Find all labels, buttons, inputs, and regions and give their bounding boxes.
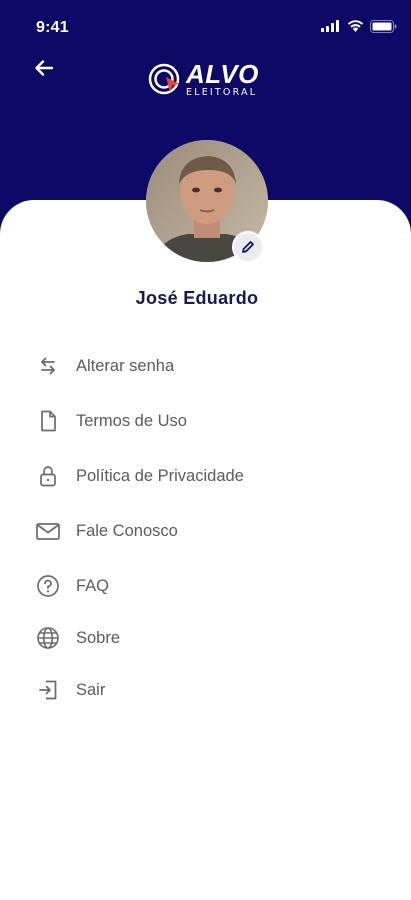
menu-item-label: Alterar senha <box>76 356 175 375</box>
app-logo: ALVO ELEITORAL <box>148 58 259 100</box>
profile-name: José Eduardo <box>135 288 259 308</box>
status-bar: 9:41 <box>0 0 411 54</box>
menu-item-label: Sobre <box>76 628 121 647</box>
menu-item-termos-de-uso[interactable]: Termos de Uso <box>34 403 374 439</box>
menu-item-alterar-senha[interactable]: Alterar senha <box>34 348 374 384</box>
swap-arrows-icon <box>34 352 62 380</box>
mail-icon <box>34 517 62 545</box>
logout-icon <box>34 676 62 704</box>
pencil-icon <box>242 241 254 253</box>
menu-item-politica-privacidade[interactable]: Política de Privacidade <box>34 458 374 494</box>
menu-item-sobre[interactable]: Sobre <box>34 620 374 656</box>
menu-item-label: Fale Conosco <box>76 521 178 540</box>
menu-item-fale-conosco[interactable]: Fale Conosco <box>34 513 374 549</box>
menu-item-label: FAQ <box>76 576 110 595</box>
menu-item-label: Termos de Uso <box>76 411 187 430</box>
logo-sub-text: ELEITORAL <box>186 86 258 98</box>
document-icon <box>34 407 62 435</box>
back-button[interactable] <box>30 54 58 82</box>
logo-main-text: ALVO <box>186 58 259 89</box>
menu-item-sair[interactable]: Sair <box>34 672 374 708</box>
lock-icon <box>34 462 62 490</box>
target-logo-icon <box>148 63 180 95</box>
menu-item-faq[interactable]: FAQ <box>34 568 374 604</box>
menu-item-label: Sair <box>76 680 106 699</box>
avatar-container <box>146 140 268 263</box>
wifi-icon <box>347 20 364 32</box>
arrow-left-icon <box>35 60 54 76</box>
menu-item-label: Política de Privacidade <box>76 466 244 485</box>
status-time: 9:41 <box>36 19 69 36</box>
battery-icon <box>370 19 397 33</box>
status-icons <box>321 18 397 34</box>
edit-avatar-button[interactable] <box>232 231 264 263</box>
globe-icon <box>34 624 62 652</box>
question-circle-icon <box>34 572 62 600</box>
signal-icon <box>321 20 339 32</box>
